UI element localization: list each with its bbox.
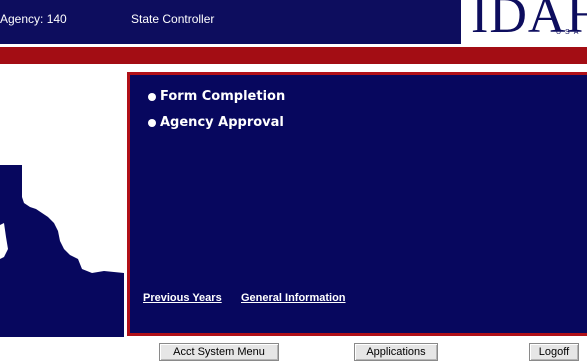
header-bar: Agency: 140 State Controller IDAHO USA	[0, 0, 587, 44]
agency-label: Agency: 140	[0, 12, 67, 26]
link-general-information[interactable]: General Information	[241, 292, 346, 304]
acct-system-menu-button[interactable]: Acct System Menu	[159, 343, 279, 361]
link-previous-years[interactable]: Previous Years	[143, 292, 222, 304]
main-panel: Form Completion Agency Approval Previous…	[127, 72, 587, 336]
menu-item-form-completion[interactable]: Form Completion	[148, 89, 285, 104]
accent-stripe	[0, 47, 587, 64]
menu-item-agency-approval[interactable]: Agency Approval	[148, 115, 284, 130]
bullet-icon	[148, 118, 156, 127]
header-title: State Controller	[131, 12, 215, 26]
menu-item-label: Form Completion	[160, 89, 286, 104]
bullet-icon	[148, 92, 156, 101]
logo-subtext: USA	[556, 29, 583, 36]
logo-wordmark: IDAHO	[471, 0, 587, 44]
applications-button[interactable]: Applications	[354, 343, 438, 361]
idaho-logo: IDAHO USA	[461, 0, 587, 44]
menu-item-label: Agency Approval	[160, 115, 284, 130]
idaho-map-graphic	[0, 165, 124, 337]
logoff-button[interactable]: Logoff	[529, 343, 579, 361]
